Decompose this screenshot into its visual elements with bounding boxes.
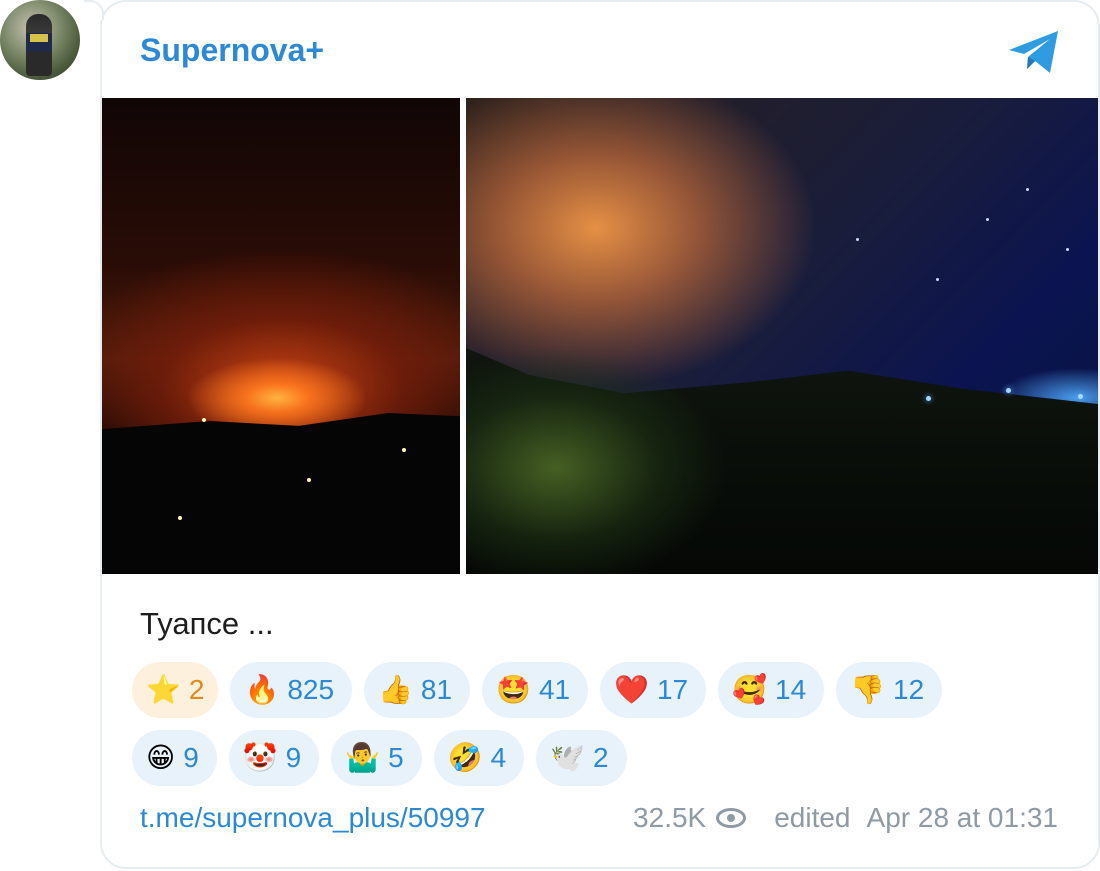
reactions-row: ⭐ 2 🔥 825 👍 81 🤩 41 ❤️ 17 🥰 14 👎 12 xyxy=(132,662,1092,718)
reaction-count: 5 xyxy=(388,742,404,773)
post-link[interactable]: t.me/supernova_plus/50997 xyxy=(140,802,486,834)
reaction-count: 81 xyxy=(420,674,453,705)
city-light xyxy=(1006,388,1011,393)
reaction-chip[interactable]: 👎 12 xyxy=(836,662,943,718)
reaction-emoji-icon: 👎 xyxy=(850,674,886,705)
reaction-emoji-icon: 👍 xyxy=(378,674,413,705)
telegram-logo-icon[interactable] xyxy=(1006,28,1062,76)
reaction-emoji-icon: ❤️ xyxy=(614,674,649,705)
channel-avatar[interactable] xyxy=(0,0,80,80)
reaction-emoji-icon: 🤩 xyxy=(496,674,531,705)
fire-photo-right[interactable] xyxy=(466,98,1098,574)
view-count: 32.5K xyxy=(633,802,707,833)
foreground-trees xyxy=(466,298,826,574)
reaction-chip[interactable]: 🔥 825 xyxy=(230,662,353,718)
reaction-chip[interactable]: ❤️ 17 xyxy=(600,662,707,718)
star xyxy=(1026,188,1029,191)
town-light xyxy=(402,448,406,452)
reaction-emoji-icon: ⭐ xyxy=(146,674,181,705)
town-light xyxy=(178,516,182,520)
post-date: Apr 28 at 01:31 xyxy=(866,802,1058,833)
reaction-chip[interactable]: 🕊️ 2 xyxy=(536,730,627,786)
channel-name[interactable]: Supernova+ xyxy=(140,32,324,69)
reaction-chip[interactable]: 😁 9 xyxy=(132,730,217,786)
reaction-count: 2 xyxy=(188,674,205,705)
post-caption: Туапсе ... xyxy=(140,606,274,641)
reaction-chip[interactable]: ⭐ 2 xyxy=(132,662,219,718)
star xyxy=(1066,248,1069,251)
reaction-chip[interactable]: 👍 81 xyxy=(364,662,471,718)
reaction-chip[interactable]: 🤷‍♂️ 5 xyxy=(331,730,422,786)
bubble-tail xyxy=(84,0,104,20)
message-card: Supernova+ Туапсе ... ⭐ 2 🔥 825 👍 81 🤩 41 ❤️ 17 🥰 1… xyxy=(100,0,1100,869)
reaction-emoji-icon: 😁 xyxy=(146,742,176,773)
post-meta: 32.5K edited Apr 28 at 01:31 xyxy=(633,802,1058,834)
reaction-emoji-icon: 🤣 xyxy=(447,742,483,773)
reaction-emoji-icon: 🥰 xyxy=(732,674,768,705)
fire-photo-left[interactable] xyxy=(102,98,460,574)
reaction-emoji-icon: 🤷‍♂️ xyxy=(345,742,381,773)
star xyxy=(936,278,939,281)
reactions-bar: ⭐ 2 🔥 825 👍 81 🤩 41 ❤️ 17 🥰 14 👎 12 😁 9 🤡 9 🤷‍♂️ 5 🤣 4 🕊️ 2 xyxy=(132,662,1092,798)
star xyxy=(986,218,989,221)
edited-label: edited xyxy=(774,802,851,833)
reaction-emoji-icon: 🔥 xyxy=(244,674,280,705)
reactions-row: 😁 9 🤡 9 🤷‍♂️ 5 🤣 4 🕊️ 2 xyxy=(132,730,1092,786)
reaction-chip[interactable]: 🥰 14 xyxy=(718,662,825,718)
reaction-count: 4 xyxy=(490,742,507,773)
reaction-count: 12 xyxy=(893,674,925,705)
post-footer: t.me/supernova_plus/50997 32.5K edited A… xyxy=(140,802,1058,842)
eye-icon xyxy=(716,808,747,828)
reaction-count: 41 xyxy=(538,674,571,705)
reaction-count: 9 xyxy=(183,742,199,773)
reaction-chip[interactable]: 🤣 4 xyxy=(433,730,525,786)
reaction-chip[interactable]: 🤩 41 xyxy=(482,662,589,718)
reaction-count: 14 xyxy=(775,674,807,705)
star xyxy=(856,238,859,241)
town-light xyxy=(202,418,206,422)
avatar-shirt-stripe xyxy=(30,34,48,42)
avatar-figure xyxy=(26,14,52,76)
reaction-count: 825 xyxy=(287,674,335,705)
town-light xyxy=(307,478,311,482)
city-light xyxy=(1078,394,1083,399)
reaction-emoji-icon: 🕊️ xyxy=(550,742,586,773)
city-light xyxy=(926,396,931,401)
reaction-count: 9 xyxy=(285,742,302,773)
reaction-count: 17 xyxy=(656,674,689,705)
reaction-count: 2 xyxy=(593,742,609,773)
reaction-chip[interactable]: 🤡 9 xyxy=(228,730,320,786)
reaction-emoji-icon: 🤡 xyxy=(242,742,278,773)
dark-hillside xyxy=(102,413,460,574)
